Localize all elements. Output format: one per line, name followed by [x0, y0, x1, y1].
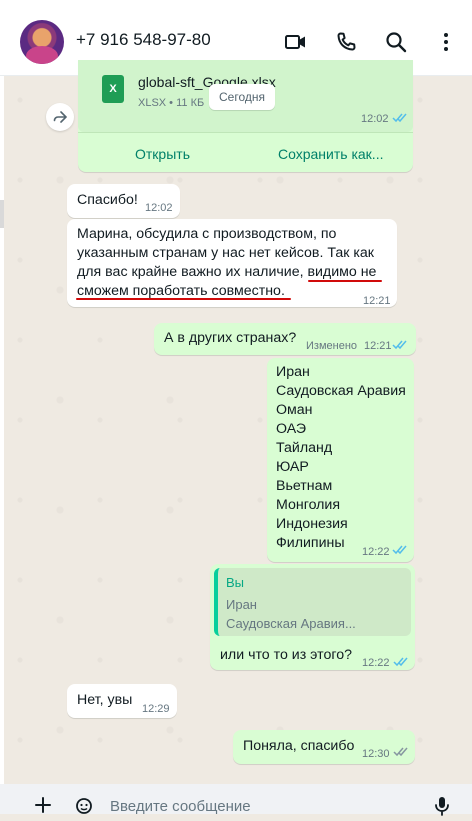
incoming-message[interactable]: Спасибо! 12:02	[67, 184, 180, 218]
message-input-placeholder: Введите сообщение	[110, 798, 251, 815]
video-call-icon[interactable]	[284, 30, 308, 54]
message-text: Спасибо!	[77, 192, 138, 208]
incoming-message[interactable]: Марина, обсудила с производством, по ука…	[67, 219, 397, 307]
red-underline-annotation	[76, 298, 291, 300]
forward-button[interactable]	[46, 103, 74, 131]
message-text: А в других странах?	[164, 330, 297, 346]
date-chip: Сегодня	[209, 84, 275, 110]
open-file-button[interactable]: Открыть	[135, 145, 190, 164]
message-line: Тайланд	[276, 440, 333, 456]
message-time: 12:21	[363, 295, 391, 307]
message-line: Иран	[276, 364, 310, 380]
reply-author: Вы	[226, 575, 245, 590]
delivered-ticks-icon	[393, 746, 410, 757]
read-ticks-icon	[392, 112, 409, 123]
file-actions: Открыть Сохранить как...	[78, 132, 413, 173]
message-line: Оман	[276, 402, 313, 418]
message-line: ЮАР	[276, 459, 309, 475]
outgoing-message[interactable]: А в других странах? Изменено 12:21	[154, 323, 416, 355]
outgoing-message[interactable]: Вы Иран Саудовская Аравия... или что то …	[210, 564, 415, 670]
reply-line: Саудовская Аравия...	[226, 616, 356, 631]
message-line: Саудовская Аравия	[276, 383, 406, 399]
incoming-message[interactable]: Нет, увы 12:29	[67, 684, 177, 718]
outgoing-message[interactable]: Иран Саудовская Аравия Оман ОАЭ Тайланд …	[267, 358, 414, 562]
forward-icon	[53, 111, 67, 123]
read-ticks-icon	[392, 339, 409, 350]
microphone-icon[interactable]	[434, 796, 450, 821]
message-line: Филипины	[276, 535, 345, 551]
read-ticks-icon	[393, 656, 410, 667]
message-line: указанным странам у нас нет кейсов. Так …	[77, 245, 375, 261]
quoted-reply[interactable]: Вы Иран Саудовская Аравия...	[214, 568, 411, 636]
message-line: ОАЭ	[276, 421, 307, 437]
message-time: 12:22	[362, 546, 390, 558]
window-left-edge	[0, 0, 4, 814]
xlsx-file-icon: X	[102, 75, 124, 103]
message-line: Вьетнам	[276, 478, 333, 494]
edited-label: Изменено	[306, 340, 358, 352]
message-time: 12:30	[362, 748, 390, 760]
search-icon[interactable]	[384, 30, 408, 54]
message-line: Марина, обсудила с производством, по	[77, 226, 337, 242]
contact-name[interactable]: +7 916 548-97-80	[76, 30, 211, 50]
file-message-bubble[interactable]: X global-sft_Google.xlsx XLSX • 11 КБ 12…	[78, 60, 413, 172]
message-time: 12:02	[145, 202, 173, 214]
message-time: 12:29	[142, 703, 170, 715]
more-vertical-icon[interactable]	[434, 30, 458, 54]
message-time: 12:21	[364, 340, 392, 352]
outgoing-message[interactable]: Поняла, спасибо 12:30	[233, 730, 415, 764]
window-edge-handle	[0, 200, 4, 228]
message-text: или что то из этого?	[220, 647, 352, 663]
plus-icon[interactable]	[34, 796, 52, 819]
avatar[interactable]	[20, 20, 64, 64]
file-meta: XLSX • 11 КБ	[138, 97, 205, 109]
message-line: Индонезия	[276, 516, 348, 532]
red-underline-annotation	[308, 280, 382, 282]
phone-icon[interactable]	[334, 30, 358, 54]
read-ticks-icon	[392, 544, 409, 555]
reply-line: Иран	[226, 597, 257, 612]
message-text: Нет, увы	[77, 692, 133, 708]
message-time: 12:02	[361, 113, 389, 125]
message-text: Поняла, спасибо	[243, 738, 355, 754]
message-line: Монголия	[276, 497, 341, 513]
message-time: 12:22	[362, 657, 390, 669]
save-as-button[interactable]: Сохранить как...	[278, 145, 383, 164]
